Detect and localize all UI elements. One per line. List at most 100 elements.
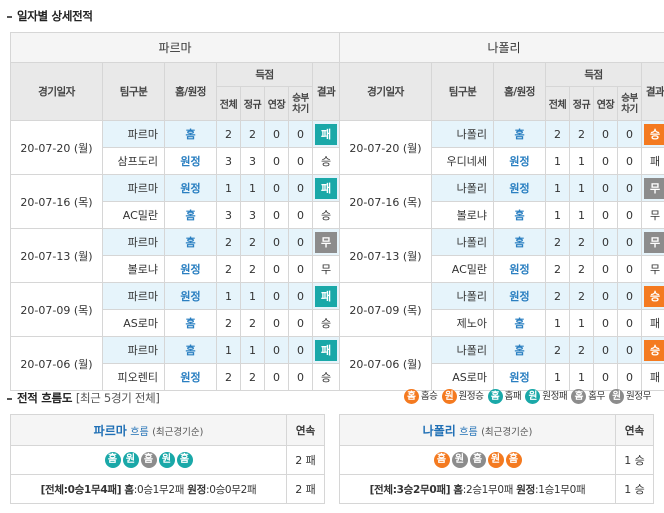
summary-home: :0승1무2패 bbox=[133, 483, 185, 496]
score-extra: 0 bbox=[593, 255, 618, 283]
legend-item: 홈 홈무 bbox=[571, 388, 605, 404]
score-extra: 0 bbox=[593, 309, 618, 337]
match-date: 20-07-06 (월) bbox=[339, 336, 432, 391]
col-team-header: 팀구분 bbox=[102, 62, 165, 121]
home-away-label: 원정 bbox=[493, 282, 546, 310]
flow-sub-label: (최근경기순) bbox=[481, 426, 533, 438]
result-cell: 승 bbox=[312, 201, 340, 229]
summary-away-label: 원정 bbox=[516, 483, 535, 496]
score-total: 1 bbox=[545, 309, 570, 337]
club-name: 나폴리 bbox=[431, 228, 494, 256]
title-dash-icon bbox=[7, 15, 12, 18]
score-regular: 3 bbox=[240, 201, 265, 229]
score-regular: 1 bbox=[240, 174, 265, 202]
summary-total: [전체:0승1무4패] bbox=[40, 483, 122, 496]
col-homeaway-header: 홈/원정 bbox=[493, 62, 546, 121]
table-row: 20-07-09 (목) 파르마 원정 1 1 0 0 패 bbox=[10, 282, 340, 337]
col-regular-header: 정규 bbox=[240, 86, 265, 121]
club-name: 파르마 bbox=[102, 282, 165, 310]
col-score-header: 득점 bbox=[545, 62, 642, 87]
flow-label: 흐름 bbox=[459, 426, 478, 438]
result-cell: 승 bbox=[641, 336, 664, 364]
match-date: 20-07-09 (목) bbox=[10, 282, 103, 337]
table-row: 20-07-06 (월) 나폴리 홈 2 2 0 0 승 bbox=[339, 336, 664, 391]
flow-summary: [전체:3승2무0패] 홈:2승1무0패 원정:1승1무0패 bbox=[339, 474, 616, 504]
score-regular: 2 bbox=[569, 255, 594, 283]
summary-home-label: 홈 bbox=[124, 483, 134, 496]
flow-dots: 홈원홈원홈 bbox=[339, 445, 616, 475]
club-name: AS로마 bbox=[431, 363, 494, 391]
flow-header-cell: 파르마 흐름 (최근경기순) bbox=[10, 414, 287, 446]
flow-label: 흐름 bbox=[130, 426, 149, 438]
home-away-label: 홈 bbox=[164, 336, 217, 364]
result-text: 패 bbox=[649, 155, 661, 168]
club-name: 파르마 bbox=[102, 336, 165, 364]
col-shootout-header: 승부차기 bbox=[288, 86, 313, 121]
score-extra: 0 bbox=[264, 309, 289, 337]
section-title: 일자별 상세전적 bbox=[7, 8, 93, 24]
table-row: 20-07-20 (월) 파르마 홈 2 2 0 0 패 bbox=[10, 120, 340, 175]
flow-dot-icon: 원 bbox=[158, 452, 175, 468]
result-text: 패 bbox=[649, 371, 661, 384]
streak-value: 2 패 bbox=[286, 445, 325, 475]
col-shootout-header: 승부차기 bbox=[617, 86, 642, 121]
club-name: 나폴리 bbox=[431, 336, 494, 364]
legend-item: 원 원정패 bbox=[525, 388, 568, 404]
result-badge: 패 bbox=[315, 177, 337, 199]
club-name: 제노아 bbox=[431, 309, 494, 337]
summary-away: :1승1무0패 bbox=[534, 483, 586, 496]
score-total: 3 bbox=[216, 201, 241, 229]
score-shootout: 0 bbox=[617, 336, 642, 364]
team-name-header: 나폴리 bbox=[339, 32, 664, 63]
score-regular: 2 bbox=[240, 228, 265, 256]
score-extra: 0 bbox=[264, 147, 289, 175]
legend-label: 홈승 bbox=[420, 391, 438, 402]
score-shootout: 0 bbox=[617, 282, 642, 310]
club-name: 삼프도리 bbox=[102, 147, 165, 175]
flow-sub-label: (최근경기순) bbox=[152, 426, 204, 438]
match-date: 20-07-16 (목) bbox=[339, 174, 432, 229]
col-result-header: 결과 bbox=[312, 62, 340, 121]
score-shootout: 0 bbox=[617, 309, 642, 337]
score-shootout: 0 bbox=[288, 147, 313, 175]
result-badge: 승 bbox=[644, 123, 664, 145]
score-shootout: 0 bbox=[288, 282, 313, 310]
result-badge: 패 bbox=[315, 123, 337, 145]
home-away-label: 홈 bbox=[164, 228, 217, 256]
club-name: AC밀란 bbox=[102, 201, 165, 229]
result-cell: 무 bbox=[641, 174, 664, 202]
section-title-text: 일자별 상세전적 bbox=[17, 9, 93, 23]
table-row: 20-07-13 (월) 파르마 홈 2 2 0 0 무 bbox=[10, 228, 340, 283]
home-away-label: 원정 bbox=[493, 255, 546, 283]
flow-dots: 홈원홈원홈 bbox=[10, 445, 287, 475]
legend-item: 원 원정무 bbox=[608, 388, 651, 404]
legend-dot-icon: 홈 bbox=[403, 389, 419, 404]
col-score-header: 득점 bbox=[216, 62, 313, 87]
flow-dot-icon: 원 bbox=[451, 452, 468, 468]
col-date-header: 경기일자 bbox=[339, 62, 432, 121]
result-text: 무 bbox=[320, 263, 332, 276]
flow-dot-icon: 홈 bbox=[505, 452, 522, 468]
col-regular-header: 정규 bbox=[569, 86, 594, 121]
result-cell: 무 bbox=[641, 201, 664, 229]
score-extra: 0 bbox=[264, 363, 289, 391]
legend-dot-icon: 원 bbox=[441, 389, 457, 404]
match-date: 20-07-16 (목) bbox=[10, 174, 103, 229]
score-shootout: 0 bbox=[288, 228, 313, 256]
legend-dot-icon: 원 bbox=[525, 389, 541, 404]
flow-title-dash-icon bbox=[7, 397, 12, 400]
match-date: 20-07-20 (월) bbox=[339, 120, 432, 175]
flow-dot-icon: 홈 bbox=[104, 452, 121, 468]
table-row: 20-07-16 (목) 파르마 원정 1 1 0 0 패 bbox=[10, 174, 340, 229]
result-cell: 패 bbox=[641, 363, 664, 391]
score-extra: 0 bbox=[264, 120, 289, 148]
home-away-label: 원정 bbox=[493, 363, 546, 391]
score-total: 1 bbox=[216, 282, 241, 310]
score-regular: 2 bbox=[569, 282, 594, 310]
col-extra-header: 연장 bbox=[593, 86, 618, 121]
score-regular: 2 bbox=[240, 309, 265, 337]
result-badge: 무 bbox=[644, 177, 664, 199]
flow-header-cell: 나폴리 흐름 (최근경기순) bbox=[339, 414, 616, 446]
result-text: 무 bbox=[649, 209, 661, 222]
match-date: 20-07-09 (목) bbox=[339, 282, 432, 337]
